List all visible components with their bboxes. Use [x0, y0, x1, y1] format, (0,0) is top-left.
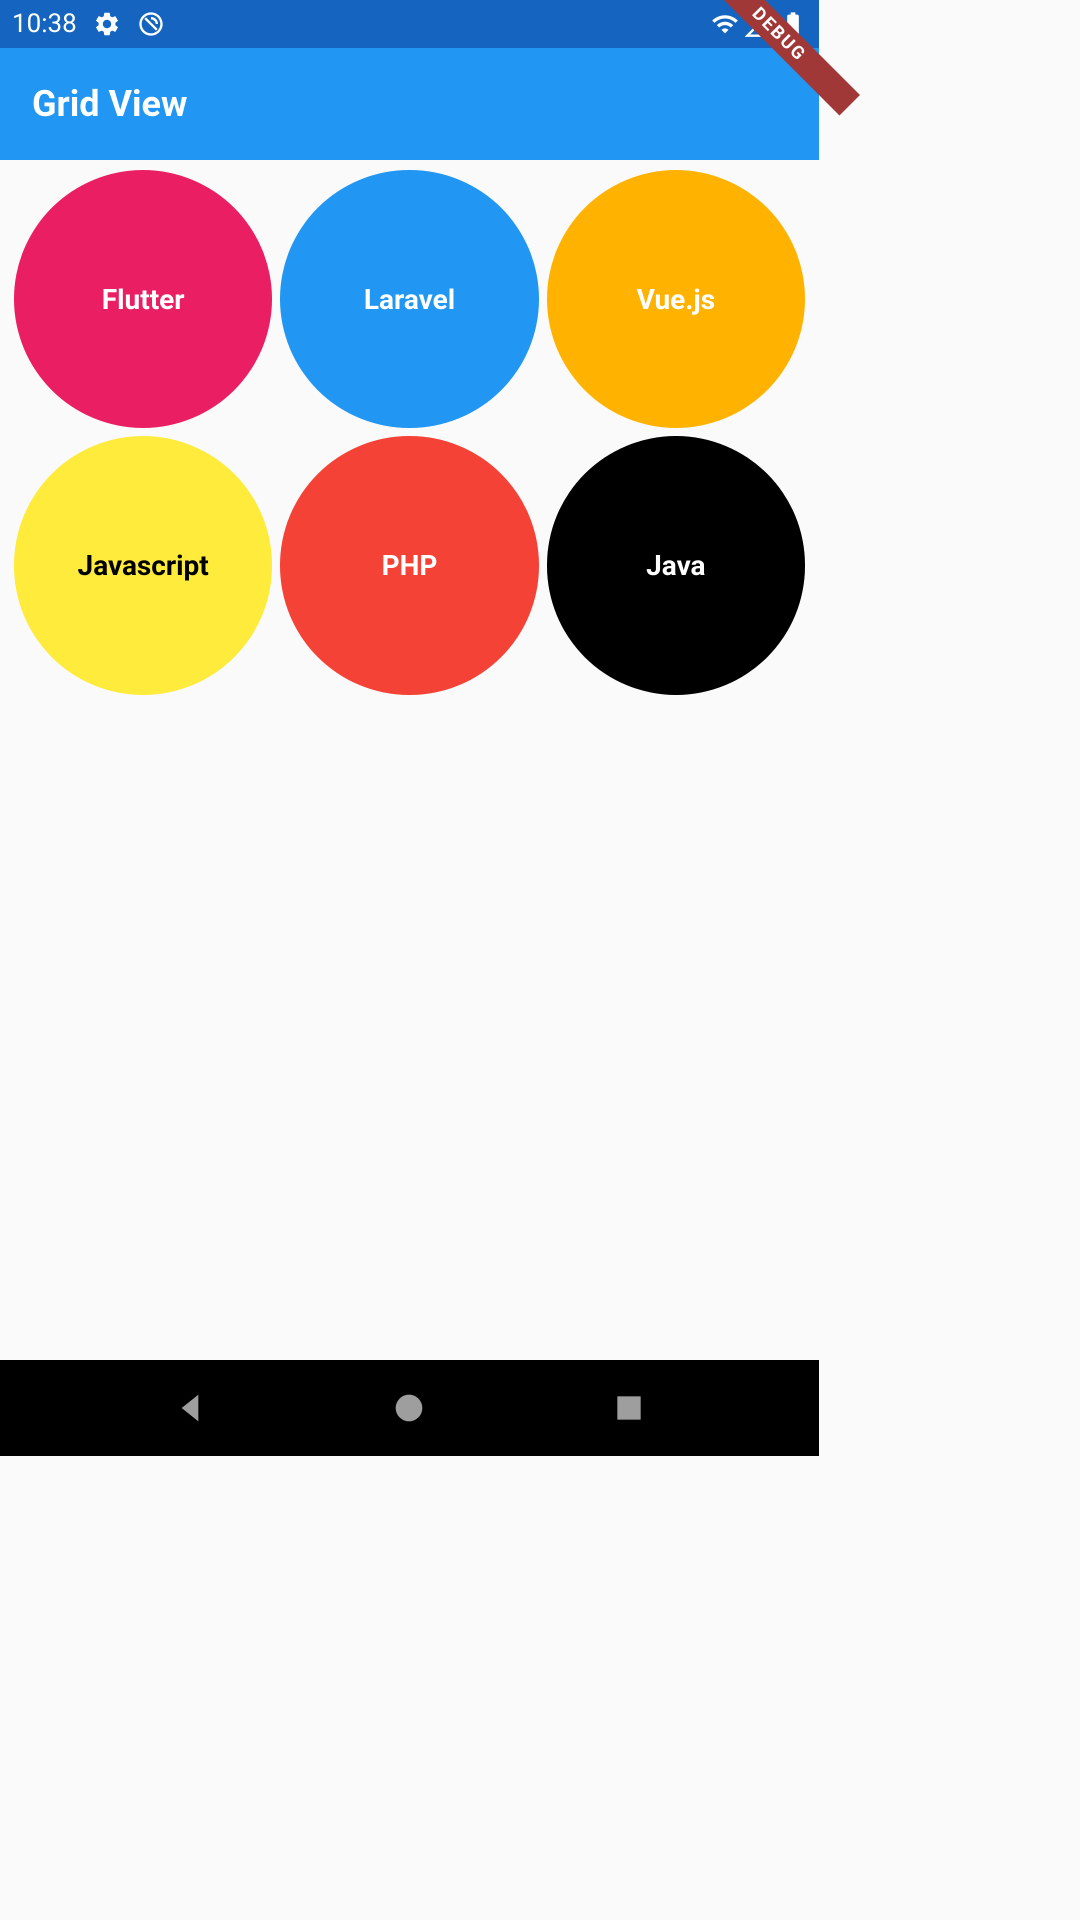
status-time: 10:38 — [12, 9, 77, 39]
grid-item-label: Java — [646, 549, 705, 582]
recent-apps-button[interactable] — [609, 1388, 649, 1428]
grid-item-label: Flutter — [102, 283, 185, 316]
app-bar: Grid View — [0, 48, 819, 160]
grid-item-javascript[interactable]: Javascript — [14, 436, 272, 694]
status-bar: 10:38 — [0, 0, 819, 48]
no-sync-icon — [137, 10, 165, 38]
grid-item-java[interactable]: Java — [547, 436, 805, 694]
grid-item-label: Laravel — [364, 283, 455, 316]
grid-view: Flutter Laravel Vue.js Javascript PHP Ja… — [0, 160, 819, 705]
wifi-icon — [711, 10, 739, 38]
grid-item-vuejs[interactable]: Vue.js — [547, 170, 805, 428]
back-button[interactable] — [170, 1388, 210, 1428]
page-title: Grid View — [32, 83, 187, 125]
gear-icon — [93, 10, 121, 38]
home-button[interactable] — [389, 1388, 429, 1428]
grid-item-flutter[interactable]: Flutter — [14, 170, 272, 428]
grid-item-label: Javascript — [78, 549, 209, 582]
navigation-bar — [0, 1360, 819, 1456]
status-left: 10:38 — [12, 9, 165, 39]
grid-item-php[interactable]: PHP — [280, 436, 538, 694]
grid-item-laravel[interactable]: Laravel — [280, 170, 538, 428]
grid-item-label: PHP — [382, 549, 438, 582]
grid-item-label: Vue.js — [637, 283, 716, 316]
